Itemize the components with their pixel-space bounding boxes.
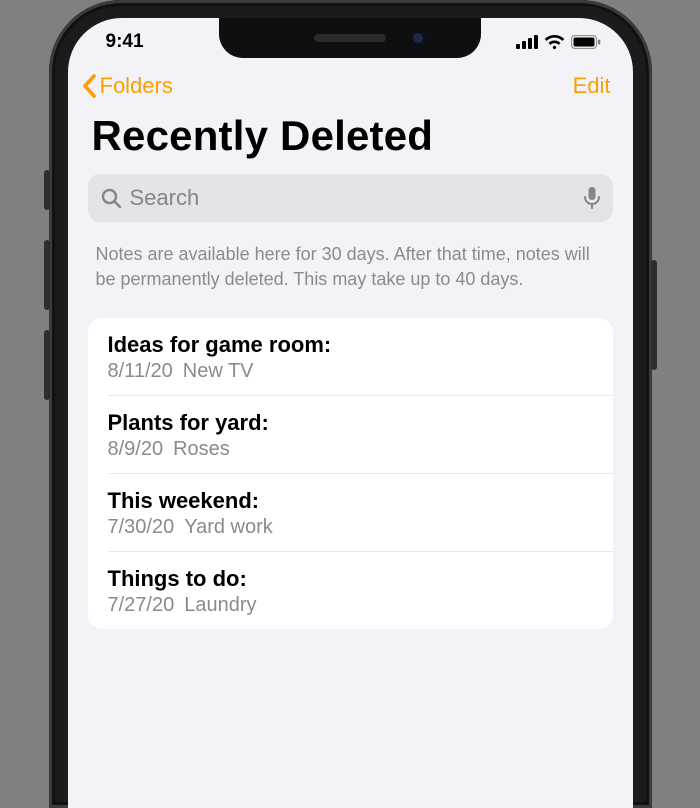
chevron-left-icon	[80, 72, 100, 100]
page-title: Recently Deleted	[68, 102, 633, 174]
note-subtitle: 8/11/20 New TV	[108, 360, 593, 383]
mute-switch	[44, 170, 50, 210]
mic-icon[interactable]	[583, 186, 601, 210]
note-row[interactable]: Plants for yard: 8/9/20 Roses	[108, 395, 613, 473]
note-date: 7/27/20	[108, 594, 175, 616]
speaker-grille	[314, 34, 386, 42]
notes-list: Ideas for game room: 8/11/20 New TV Plant…	[88, 318, 613, 629]
wifi-icon	[544, 35, 565, 50]
note-subtitle: 7/30/20 Yard work	[108, 516, 593, 539]
back-label: Folders	[100, 73, 173, 99]
search-icon	[100, 187, 122, 209]
note-preview: New TV	[183, 360, 254, 382]
note-title: Ideas for game room:	[108, 332, 593, 358]
note-preview: Roses	[173, 438, 230, 460]
note-date: 8/9/20	[108, 438, 164, 460]
note-title: Plants for yard:	[108, 410, 593, 436]
volume-down-button	[44, 330, 50, 400]
note-subtitle: 8/9/20 Roses	[108, 438, 593, 461]
info-text: Notes are available here for 30 days. Af…	[68, 222, 633, 318]
note-date: 7/30/20	[108, 516, 175, 538]
edit-button[interactable]: Edit	[573, 73, 611, 99]
notch	[219, 18, 481, 58]
note-row[interactable]: This weekend: 7/30/20 Yard work	[108, 473, 613, 551]
note-subtitle: 7/27/20 Laundry	[108, 594, 593, 617]
battery-icon	[571, 35, 601, 49]
search-input[interactable]: Search	[88, 174, 613, 222]
search-placeholder: Search	[130, 185, 575, 211]
cellular-signal-icon	[516, 35, 538, 49]
note-title: Things to do:	[108, 566, 593, 592]
volume-up-button	[44, 240, 50, 310]
status-time: 9:41	[106, 31, 144, 53]
note-preview: Laundry	[184, 594, 256, 616]
note-title: This weekend:	[108, 488, 593, 514]
back-button[interactable]: Folders	[80, 72, 173, 100]
note-date: 8/11/20	[108, 360, 173, 382]
phone-frame: 9:41	[49, 0, 652, 808]
note-row[interactable]: Ideas for game room: 8/11/20 New TV	[88, 318, 613, 395]
side-button	[651, 260, 657, 370]
note-preview: Yard work	[184, 516, 273, 538]
nav-bar: Folders Edit	[68, 66, 633, 102]
note-row[interactable]: Things to do: 7/27/20 Laundry	[108, 551, 613, 629]
phone-screen: 9:41	[68, 18, 633, 808]
front-camera	[411, 31, 425, 45]
